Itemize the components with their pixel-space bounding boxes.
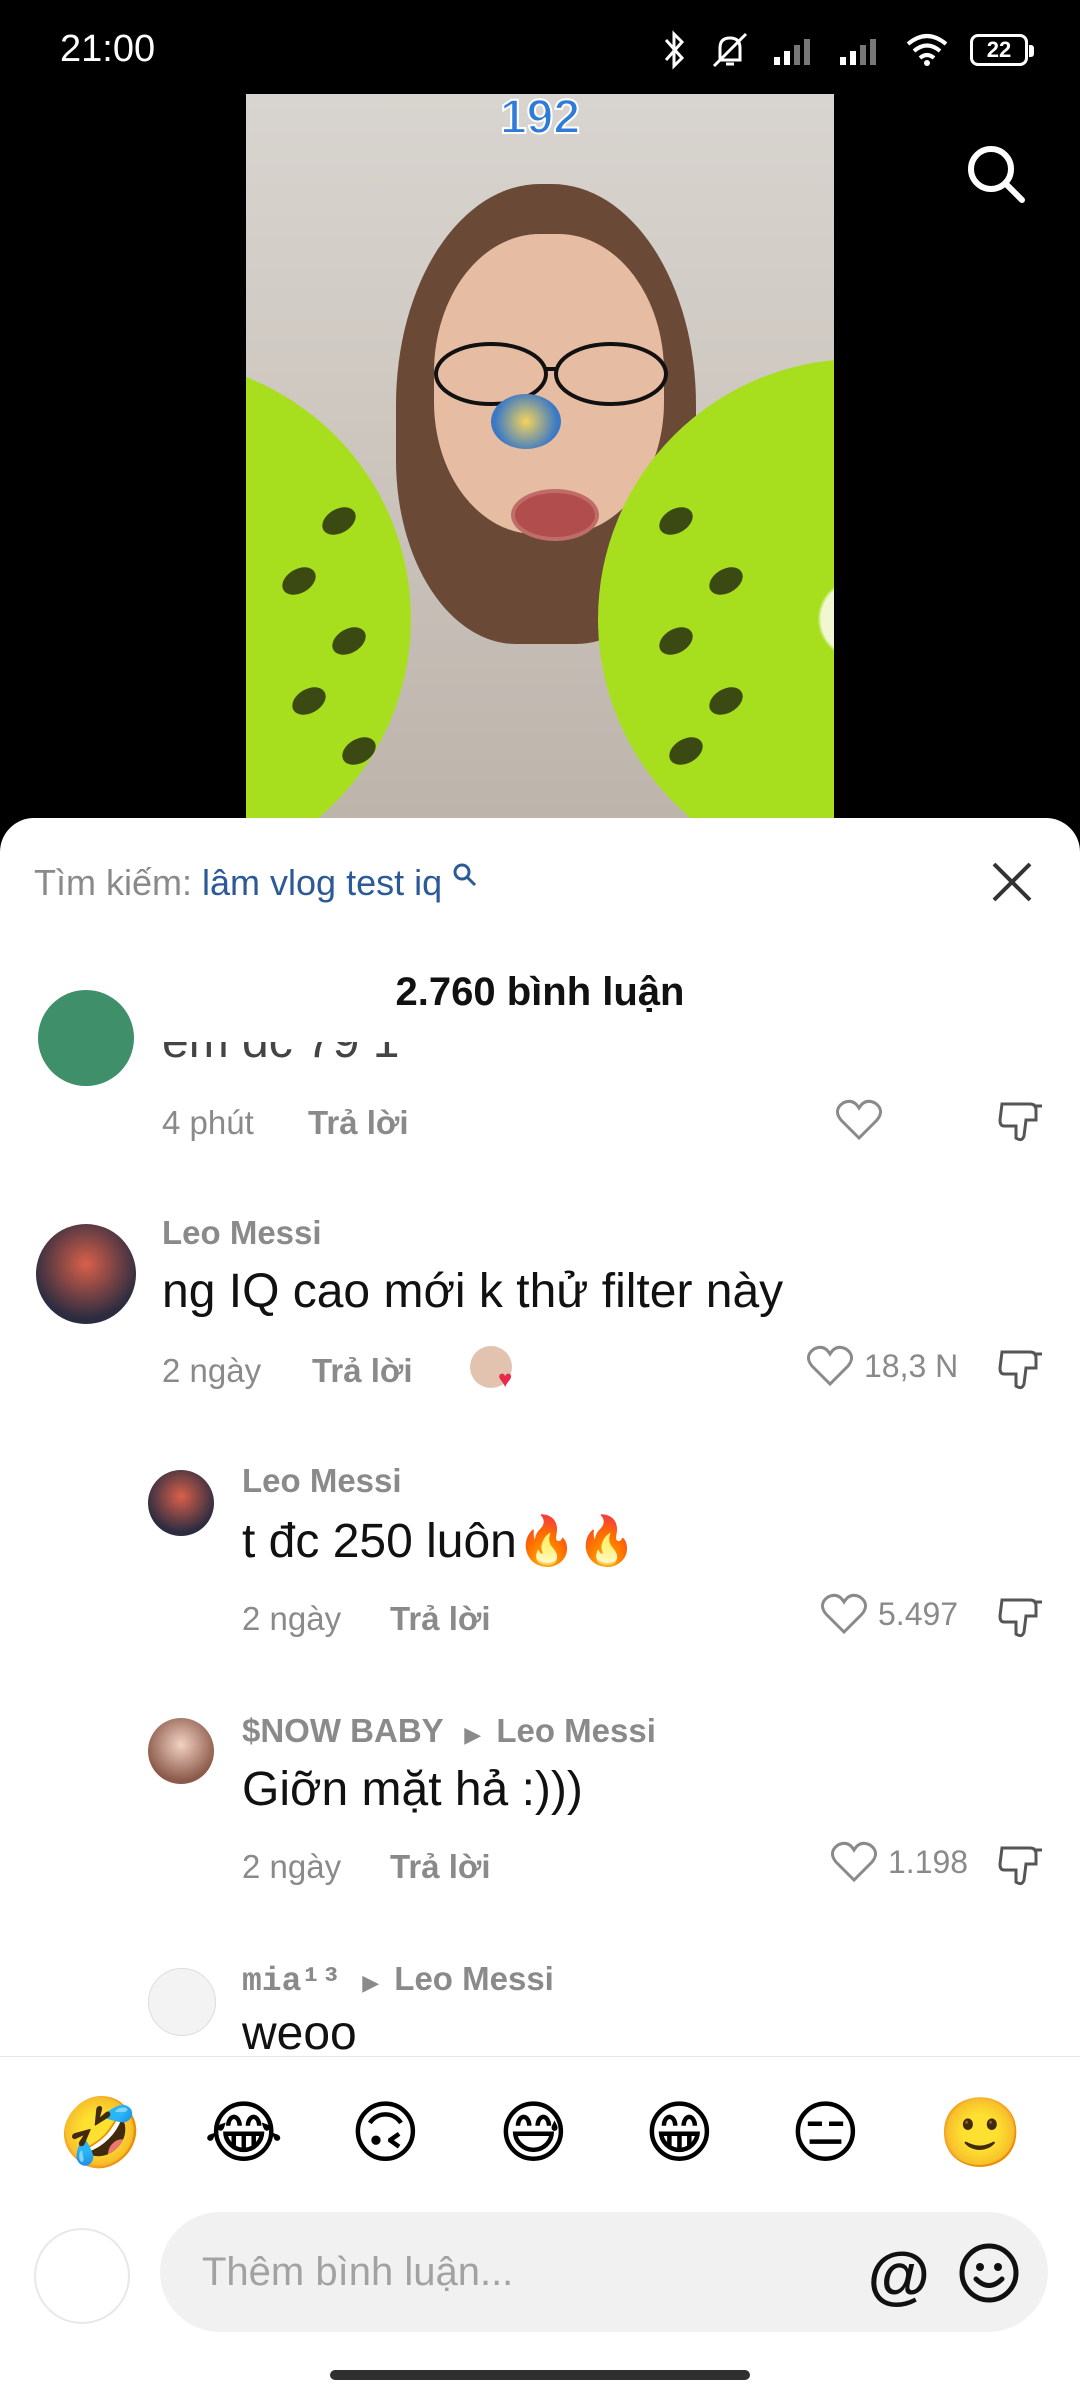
input-placeholder: Thêm bình luận... bbox=[202, 2250, 514, 2294]
like-count: 1.198 bbox=[888, 1843, 969, 1880]
kiwi-left bbox=[246, 359, 411, 819]
dislike-icon[interactable] bbox=[996, 1098, 1046, 1146]
heart-icon bbox=[821, 1593, 867, 1635]
close-icon[interactable] bbox=[982, 852, 1042, 912]
like-count: 18,3 N bbox=[864, 1347, 959, 1384]
mute-bell-icon bbox=[712, 32, 748, 68]
like-control[interactable]: 1.198 bbox=[830, 1840, 968, 1884]
dislike-icon[interactable] bbox=[996, 1594, 1046, 1642]
status-icons: 22 bbox=[662, 28, 1034, 72]
video-glasses bbox=[434, 342, 668, 406]
wifi-icon bbox=[906, 34, 948, 66]
battery-indicator: 22 bbox=[970, 34, 1034, 66]
signal-icon bbox=[774, 39, 810, 65]
heart-icon bbox=[807, 1345, 853, 1387]
creator-liked-heart-icon: ♥ bbox=[498, 1366, 513, 1393]
emoji-quick-bar: 🤣 😂 🙃 😅 😁 😑 🙂 bbox=[0, 2056, 1080, 2217]
emoji-upside-down[interactable]: 🙃 bbox=[350, 2099, 421, 2167]
emoji-joy[interactable]: 😂 bbox=[204, 2099, 283, 2167]
reply-arrow-icon: ▶ bbox=[362, 1970, 380, 1995]
avatar[interactable] bbox=[148, 1968, 216, 2036]
bluetooth-icon bbox=[664, 30, 685, 70]
reply-button[interactable]: Trả lời bbox=[390, 1848, 491, 1886]
emoji-sweat-smile[interactable]: 😅 bbox=[498, 2099, 569, 2167]
mention-at-icon[interactable]: @ bbox=[868, 2238, 930, 2312]
emoji-expressionless[interactable]: 😑 bbox=[790, 2099, 861, 2167]
reply-button[interactable]: Trả lời bbox=[308, 1104, 409, 1142]
avatar[interactable] bbox=[148, 1470, 214, 1536]
avatar[interactable] bbox=[148, 1718, 214, 1784]
reply-button[interactable]: Trả lời bbox=[390, 1600, 491, 1638]
comment-username-text: $NOW BABY bbox=[242, 1712, 444, 1749]
brain-sticker bbox=[491, 394, 561, 449]
dislike-icon[interactable] bbox=[996, 1842, 1046, 1890]
reply-button[interactable]: Trả lời bbox=[312, 1352, 413, 1390]
comment-count: 2.760 bình luận bbox=[395, 970, 685, 1014]
like-control[interactable]: 18,3 N bbox=[806, 1344, 958, 1388]
comment-time: 2 ngày bbox=[242, 1600, 342, 1637]
dislike-icon[interactable] bbox=[996, 1346, 1046, 1394]
video-mouth bbox=[511, 489, 599, 541]
avatar[interactable] bbox=[36, 1224, 136, 1324]
comment-text: Giỡn mặt hả :))) bbox=[242, 1763, 583, 1816]
comment-text: em dc 79 1 bbox=[162, 1015, 400, 1068]
home-indicator[interactable] bbox=[330, 2370, 750, 2380]
like-count: 5.497 bbox=[878, 1595, 959, 1632]
search-term[interactable]: lâm vlog test iq bbox=[202, 862, 442, 903]
search-icon[interactable] bbox=[964, 142, 1028, 206]
comment-username[interactable]: $NOW BABY ▶ Leo Messi bbox=[242, 1712, 656, 1750]
signal-icon-2 bbox=[840, 39, 876, 65]
heart-icon[interactable] bbox=[835, 1098, 883, 1142]
comment-text: weoo bbox=[242, 2007, 357, 2060]
comment-time: 4 phút bbox=[162, 1104, 254, 1141]
comment-time: 2 ngày bbox=[162, 1352, 262, 1389]
emoji-grin[interactable]: 😁 bbox=[644, 2099, 715, 2167]
comment-text: ng IQ cao mới k thử filter này bbox=[162, 1265, 784, 1318]
avatar[interactable] bbox=[38, 990, 134, 1086]
emoji-slight-smile[interactable]: 🙂 bbox=[938, 2099, 1023, 2167]
comment-input[interactable]: Thêm bình luận... @ bbox=[160, 2212, 1048, 2332]
comment-time: 2 ngày bbox=[242, 1848, 342, 1885]
iq-score: 192 bbox=[499, 94, 581, 145]
search-label: Tìm kiếm: bbox=[34, 862, 192, 903]
reply-to-username[interactable]: Leo Messi bbox=[394, 1960, 554, 1997]
small-search-icon bbox=[453, 863, 477, 887]
reply-arrow-icon: ▶ bbox=[464, 1722, 482, 1747]
video-player[interactable]: 192 bbox=[246, 94, 834, 819]
comment-text: t đc 250 luôn🔥🔥 bbox=[242, 1515, 637, 1568]
like-control[interactable]: 5.497 bbox=[820, 1592, 958, 1636]
my-avatar[interactable] bbox=[34, 2228, 130, 2324]
comment-username[interactable]: Leo Messi bbox=[242, 1462, 402, 1500]
comment-username-text: mia¹³ bbox=[242, 1963, 342, 2000]
comment-username[interactable]: Leo Messi bbox=[162, 1214, 322, 1252]
status-bar: 21:00 22 bbox=[0, 0, 1080, 96]
heart-icon bbox=[831, 1841, 877, 1883]
emoji-picker-icon[interactable] bbox=[958, 2242, 1020, 2304]
comment-username[interactable]: mia¹³ ▶ Leo Messi bbox=[242, 1960, 554, 2000]
status-time: 21:00 bbox=[60, 28, 156, 70]
search-suggestion[interactable]: Tìm kiếm: lâm vlog test iq bbox=[34, 862, 478, 904]
emoji-rofl[interactable]: 🤣 bbox=[58, 2099, 143, 2167]
reply-to-username[interactable]: Leo Messi bbox=[496, 1712, 656, 1749]
